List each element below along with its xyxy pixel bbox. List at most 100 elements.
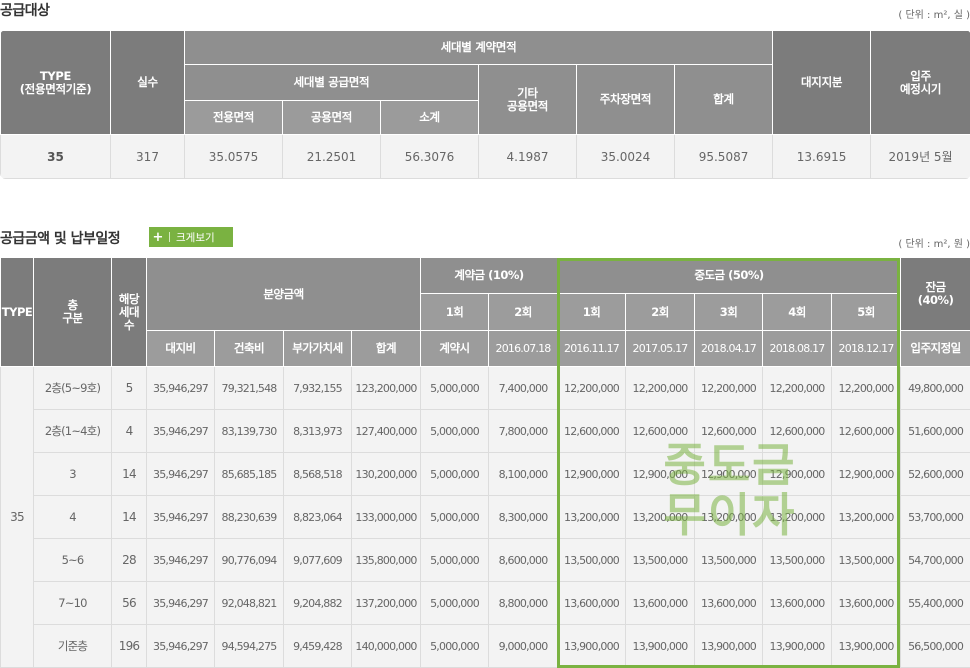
cell-deposit-1: 5,000,000 <box>420 624 490 668</box>
cell-building: 79,321,548 <box>214 366 284 410</box>
header-middle-2: 2회 <box>625 293 696 331</box>
header-deposit-2: 2회 <box>488 293 559 331</box>
cell-sum: 130,200,000 <box>350 452 422 496</box>
table-row: 5~6 28 35,946,297 90,776,094 9,077,609 135,80… <box>1 538 970 582</box>
header-sale-price: 분양금액 <box>145 257 422 331</box>
cell-middle-3: 13,500,000 <box>694 538 764 582</box>
cell-middle-3: 13,900,000 <box>694 624 764 668</box>
cell-floor: 3 <box>33 452 112 496</box>
cell-middle-1: 13,500,000 <box>557 538 627 582</box>
header-balance: 잔금 (40%) <box>900 257 970 331</box>
header-units: 해당 세대 수 <box>111 257 147 367</box>
cell-common: 21.2501 <box>282 134 381 179</box>
cell-balance: 54,700,000 <box>900 538 970 582</box>
cell-deposit-2: 7,800,000 <box>488 409 559 453</box>
cell-middle-1: 13,200,000 <box>557 495 627 539</box>
header-middle-1-date: 2016.11.17 <box>557 330 627 367</box>
cell-middle-1: 13,900,000 <box>557 624 627 668</box>
price-schedule-table: TYPE 층 구분 해당 세대 수 분양금액 계약금 (10%) 중도금 (50%) … <box>0 257 970 668</box>
cell-sum: 133,000,000 <box>350 495 422 539</box>
cell-land: 35,946,297 <box>146 366 215 410</box>
cell-middle-4: 12,900,000 <box>762 452 833 496</box>
cell-middle-2: 12,600,000 <box>625 409 696 453</box>
header-land: 대지비 <box>146 330 215 367</box>
header-middle-4-date: 2018.08.17 <box>762 330 833 367</box>
header-floor: 층 구분 <box>33 257 112 367</box>
header-sum: 합계 <box>350 330 422 367</box>
header-middle-5-date: 2018.12.17 <box>831 330 902 367</box>
cell-deposit-1: 5,000,000 <box>420 452 490 496</box>
cell-middle-2: 12,200,000 <box>625 366 696 410</box>
cell-balance: 56,500,000 <box>900 624 970 668</box>
cell-units: 5 <box>111 366 147 410</box>
cell-middle-3: 13,200,000 <box>694 495 764 539</box>
cell-middle-5: 13,200,000 <box>831 495 902 539</box>
cell-deposit-2: 8,300,000 <box>488 495 559 539</box>
cell-deposit-2: 7,400,000 <box>488 366 559 410</box>
cell-units: 14 <box>111 495 147 539</box>
header-type: TYPE (전용면적기준) <box>0 30 111 135</box>
cell-deposit-1: 5,000,000 <box>420 409 490 453</box>
cell-land: 35,946,297 <box>146 452 215 496</box>
cell-type: 35 <box>0 134 111 179</box>
unit-label-2: ( 단위 : m², 원 ) <box>898 239 970 250</box>
cell-balance: 52,600,000 <box>900 452 970 496</box>
section-title-supply-target: 공급대상 <box>0 3 50 19</box>
cell-middle-5: 12,900,000 <box>831 452 902 496</box>
cell-middle-4: 13,500,000 <box>762 538 833 582</box>
cell-land: 35,946,297 <box>146 581 215 625</box>
cell-middle-4: 13,900,000 <box>762 624 833 668</box>
header-parking: 주차장면적 <box>576 64 675 135</box>
cell-building: 83,139,730 <box>214 409 284 453</box>
cell-units: 28 <box>111 538 147 582</box>
table-row: 2층(1~4호) 4 35,946,297 83,139,730 8,313,973 12… <box>1 409 970 453</box>
cell-middle-2: 13,500,000 <box>625 538 696 582</box>
cell-middle-5: 13,600,000 <box>831 581 902 625</box>
table-row: 35 2층(5~9호) 5 35,946,297 79,321,548 7,932,155… <box>0 366 970 668</box>
cell-middle-5: 12,200,000 <box>831 366 902 410</box>
cell-middle-2: 13,200,000 <box>625 495 696 539</box>
header-middle-3: 3회 <box>694 293 764 331</box>
cell-units: 4 <box>111 409 147 453</box>
cell-sum: 135,800,000 <box>350 538 422 582</box>
header-deposit-1-date: 계약시 <box>420 330 490 367</box>
header-deposit-2-date: 2016.07.18 <box>488 330 559 367</box>
header-move-in: 입주 예정시기 <box>870 30 970 135</box>
cell-rooms: 317 <box>110 134 185 179</box>
table-row: 3 14 35,946,297 85,685,185 8,568,518 130,200,… <box>1 452 970 496</box>
cell-middle-1: 13,600,000 <box>557 581 627 625</box>
cell-middle-4: 13,600,000 <box>762 581 833 625</box>
cell-land: 35,946,297 <box>146 624 215 668</box>
header-common: 공용면적 <box>282 100 381 135</box>
divider <box>169 232 170 242</box>
cell-middle-4: 13,200,000 <box>762 495 833 539</box>
header-supply-area: 세대별 공급면적 <box>184 64 479 101</box>
cell-balance: 53,700,000 <box>900 495 970 539</box>
cell-deposit-1: 5,000,000 <box>420 581 490 625</box>
enlarge-view-button[interactable]: + 크게보기 <box>149 227 233 247</box>
cell-balance: 49,800,000 <box>900 366 970 410</box>
cell-deposit-2: 8,600,000 <box>488 538 559 582</box>
plus-icon: + <box>152 229 164 245</box>
cell-floor: 7~10 <box>33 581 112 625</box>
cell-sum: 140,000,000 <box>350 624 422 668</box>
cell-total: 95.5087 <box>673 134 774 179</box>
cell-land: 35,946,297 <box>146 495 215 539</box>
cell-vat: 8,313,973 <box>283 409 352 453</box>
header-type: TYPE <box>0 257 34 367</box>
cell-parking: 35.0024 <box>576 134 675 179</box>
cell-middle-1: 12,900,000 <box>557 452 627 496</box>
cell-middle-4: 12,200,000 <box>762 366 833 410</box>
cell-vat: 8,823,064 <box>283 495 352 539</box>
table-row: 기준층 196 35,946,297 94,594,275 9,459,428 140,0… <box>1 624 970 668</box>
cell-balance: 55,400,000 <box>900 581 970 625</box>
cell-deposit-2: 8,100,000 <box>488 452 559 496</box>
header-deposit: 계약금 (10%) <box>420 257 559 294</box>
header-land-share: 대지지분 <box>772 30 872 135</box>
enlarge-view-label: 크게보기 <box>176 231 215 244</box>
cell-floor: 5~6 <box>33 538 112 582</box>
cell-sum: 123,200,000 <box>350 366 422 410</box>
cell-type: 35 <box>0 366 34 668</box>
header-contract-area: 세대별 계약면적 <box>183 30 774 65</box>
cell-building: 92,048,821 <box>214 581 284 625</box>
